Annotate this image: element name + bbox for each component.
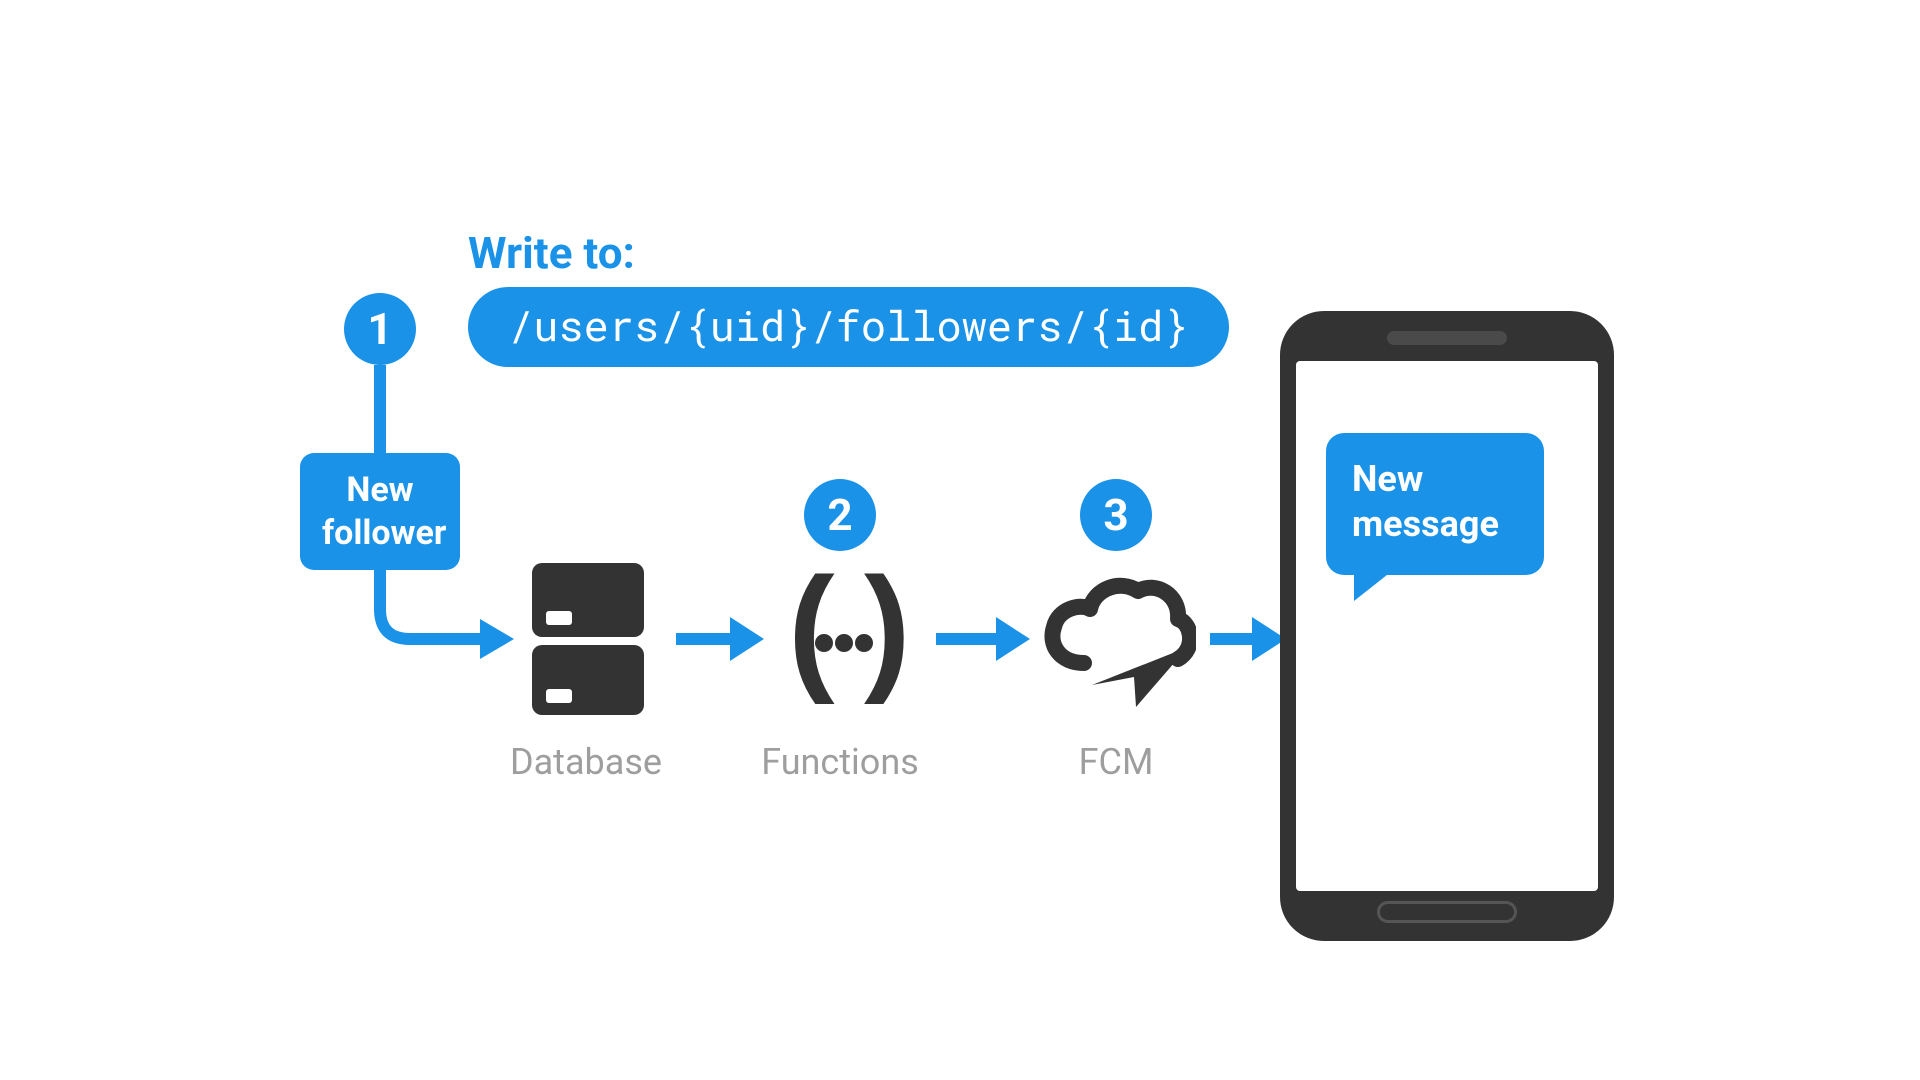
functions-label: Functions: [740, 741, 940, 783]
message-line1: New: [1352, 457, 1518, 502]
connector-line-vertical: [374, 365, 386, 457]
step-badge-2: 2: [804, 479, 876, 551]
new-follower-line2: follower: [322, 512, 438, 555]
arrow-head-icon: [730, 617, 764, 661]
database-label: Database: [486, 741, 686, 783]
fcm-label: FCM: [1016, 741, 1216, 783]
new-follower-line1: New: [322, 469, 438, 512]
functions-icon: ( ): [774, 567, 910, 717]
step-badge-3: 3: [1080, 479, 1152, 551]
arrow-head-icon: [996, 617, 1030, 661]
arrow-line: [936, 633, 998, 645]
step-badge-1: 1: [344, 293, 416, 365]
arrow-curve-icon: [360, 549, 520, 669]
write-to-label: Write to:: [468, 227, 635, 279]
new-message-bubble: New message: [1326, 433, 1544, 575]
arrow-line: [676, 633, 732, 645]
phone-home-icon: [1377, 901, 1517, 923]
phone-speaker-icon: [1387, 331, 1507, 345]
message-line2: message: [1352, 502, 1518, 547]
database-icon: [528, 559, 648, 719]
arrow-line: [1210, 633, 1254, 645]
fcm-icon: [1040, 567, 1196, 717]
phone-screen: New message: [1296, 361, 1598, 891]
diagram-canvas: Write to: /users/{uid}/followers/{id} 1 …: [240, 135, 1680, 945]
phone-device-icon: New message: [1280, 311, 1614, 941]
svg-text:): ): [864, 567, 910, 705]
path-pill: /users/{uid}/followers/{id}: [468, 287, 1229, 367]
